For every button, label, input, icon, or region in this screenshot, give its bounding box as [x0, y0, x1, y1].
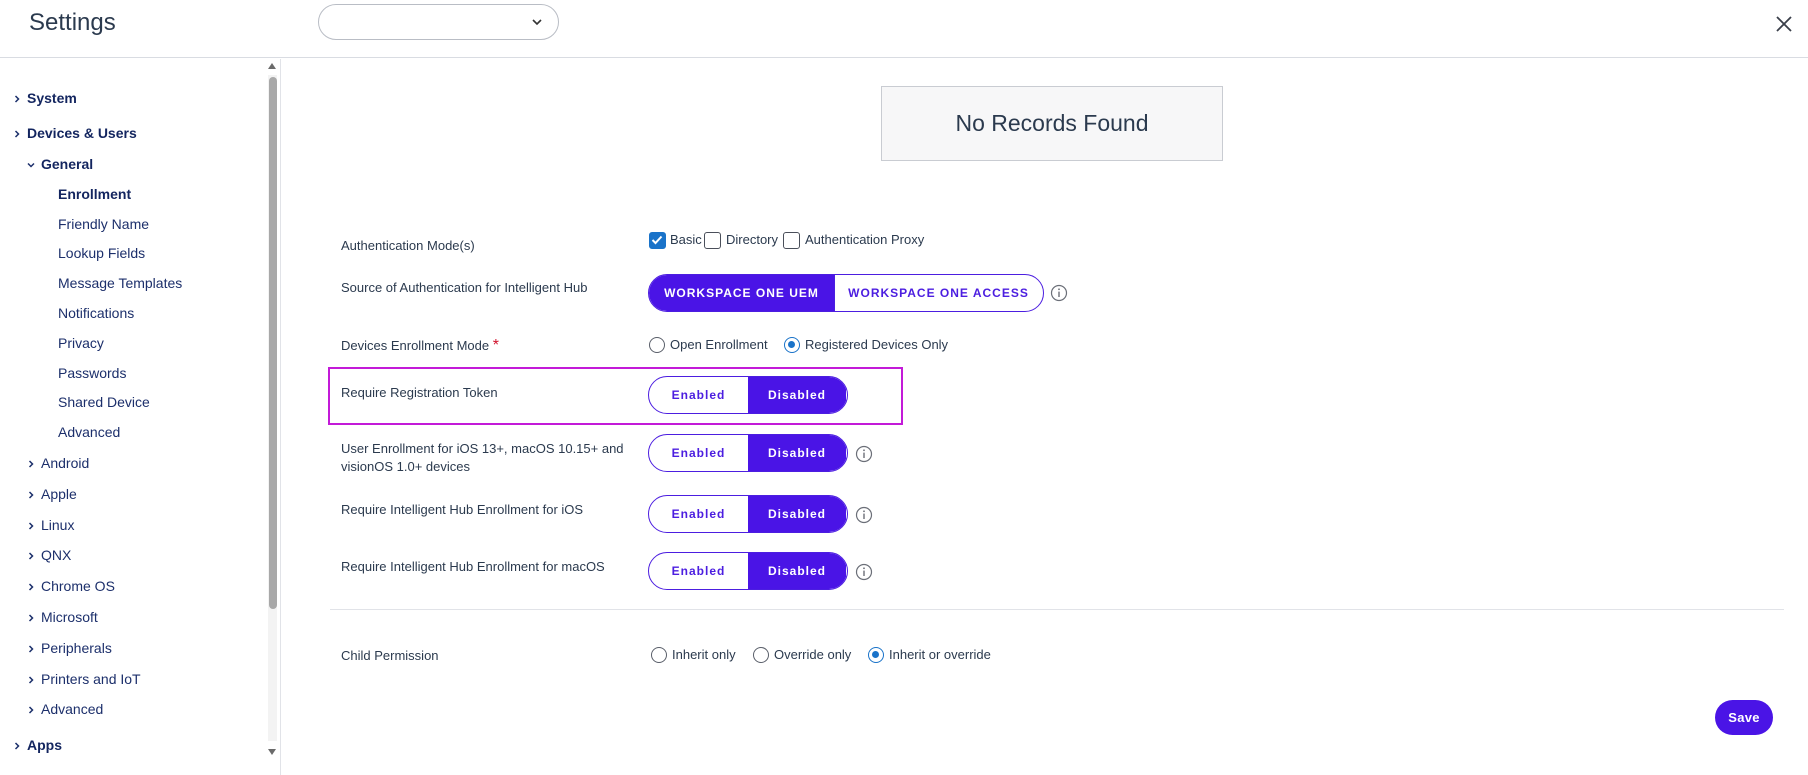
sidebar-item-microsoft[interactable]: Microsoft [41, 609, 98, 625]
scroll-thumb[interactable] [269, 77, 277, 609]
sidebar-item-shared-device[interactable]: Shared Device [58, 394, 150, 410]
user-enrollment-enabled[interactable]: Enabled [649, 435, 748, 471]
sidebar-item-devices-users[interactable]: Devices & Users [27, 125, 137, 141]
directory-checkbox[interactable] [704, 232, 721, 249]
auth-modes-label: Authentication Mode(s) [341, 238, 475, 253]
registered-devices-only-label: Registered Devices Only [805, 337, 949, 352]
section-divider [330, 609, 1784, 610]
hub-ios-enabled[interactable]: Enabled [649, 496, 748, 532]
enrollment-mode-text: Devices Enrollment Mode [341, 338, 490, 353]
info-icon[interactable] [855, 506, 873, 524]
chevron-right-icon[interactable] [26, 521, 36, 531]
open-enrollment-radio[interactable] [649, 337, 665, 353]
registration-token-enabled[interactable]: Enabled [649, 377, 748, 413]
required-asterisk: * [492, 337, 499, 354]
hub-ios-disabled[interactable]: Disabled [748, 496, 846, 532]
chevron-right-icon[interactable] [26, 644, 36, 654]
chevron-right-icon[interactable] [12, 129, 22, 139]
chevron-right-icon[interactable] [12, 94, 22, 104]
hub-ios-toggle[interactable]: Enabled Disabled [648, 495, 848, 533]
sidebar-item-apps[interactable]: Apps [27, 737, 62, 753]
chevron-right-icon[interactable] [26, 490, 36, 500]
basic-label: Basic [670, 232, 702, 247]
sidebar-item-advanced[interactable]: Advanced [58, 424, 120, 440]
page-title: Settings [29, 9, 116, 36]
directory-label: Directory [726, 232, 779, 247]
hub-ios-label: Require Intelligent Hub Enrollment for i… [341, 502, 584, 517]
child-permission-label: Child Permission [341, 648, 439, 663]
scroll-up-arrow-icon[interactable] [267, 61, 277, 71]
authentication-proxy-label: Authentication Proxy [805, 232, 925, 247]
override-only-radio[interactable] [753, 647, 769, 663]
workspace-one-uem-option[interactable]: WORKSPACE ONE UEM [649, 275, 834, 311]
sidebar-item-notifications[interactable]: Notifications [58, 305, 134, 321]
basic-checkbox[interactable] [649, 232, 666, 249]
user-enrollment-label-line2: visionOS 1.0+ devices [341, 459, 470, 474]
info-icon[interactable] [1050, 284, 1068, 302]
chevron-down-icon[interactable] [26, 160, 36, 170]
chevron-down-icon [532, 19, 542, 26]
user-enrollment-label-line1: User Enrollment for iOS 13+, macOS 10.15… [341, 441, 624, 456]
save-button[interactable]: Save [1715, 700, 1773, 735]
inherit-only-radio[interactable] [651, 647, 667, 663]
sidebar-item-enrollment[interactable]: Enrollment [58, 186, 131, 202]
hub-macos-enabled[interactable]: Enabled [649, 553, 748, 589]
chevron-right-icon[interactable] [26, 582, 36, 592]
sidebar-item-message-templates[interactable]: Message Templates [58, 275, 182, 291]
inherit-only-label: Inherit only [672, 647, 736, 662]
user-enrollment-disabled[interactable]: Disabled [748, 435, 846, 471]
sidebar-item-system[interactable]: System [27, 90, 77, 106]
override-only-label: Override only [774, 647, 852, 662]
auth-source-toggle[interactable]: WORKSPACE ONE UEM WORKSPACE ONE ACCESS [648, 274, 1044, 312]
sidebar-item-general[interactable]: General [41, 156, 93, 172]
header: Settings [0, 0, 1808, 58]
checkmark-icon [651, 235, 663, 245]
sidebar-item-lookup-fields[interactable]: Lookup Fields [58, 245, 145, 261]
workspace-one-access-option[interactable]: WORKSPACE ONE ACCESS [834, 275, 1042, 311]
user-enrollment-label: User Enrollment for iOS 13+, macOS 10.15… [341, 440, 624, 476]
chevron-right-icon[interactable] [26, 551, 36, 561]
registration-token-toggle[interactable]: Enabled Disabled [648, 376, 848, 414]
user-enrollment-toggle[interactable]: Enabled Disabled [648, 434, 848, 472]
chevron-right-icon[interactable] [12, 741, 22, 751]
registration-token-label: Require Registration Token [341, 385, 498, 400]
sidebar-scrollbar[interactable] [266, 59, 278, 759]
registered-devices-only-radio[interactable] [784, 337, 800, 353]
authentication-proxy-checkbox[interactable] [783, 232, 800, 249]
auth-source-label: Source of Authentication for Intelligent… [341, 280, 588, 295]
chevron-right-icon[interactable] [26, 613, 36, 623]
inherit-or-override-radio[interactable] [868, 647, 884, 663]
chevron-right-icon[interactable] [26, 705, 36, 715]
no-records-message: No Records Found [881, 86, 1223, 161]
sidebar: System Devices & Users General Enrollment Fr… [0, 59, 281, 775]
enrollment-mode-label: Devices Enrollment Mode * [341, 337, 499, 355]
info-icon[interactable] [855, 563, 873, 581]
sidebar-item-chrome-os[interactable]: Chrome OS [41, 578, 115, 594]
sidebar-item-privacy[interactable]: Privacy [58, 335, 104, 351]
hub-macos-disabled[interactable]: Disabled [748, 553, 846, 589]
close-icon[interactable] [1772, 12, 1796, 36]
chevron-right-icon[interactable] [26, 675, 36, 685]
sidebar-item-linux[interactable]: Linux [41, 517, 74, 533]
chevron-right-icon[interactable] [26, 459, 36, 469]
sidebar-item-friendly-name[interactable]: Friendly Name [58, 216, 149, 232]
open-enrollment-label: Open Enrollment [670, 337, 768, 352]
sidebar-item-passwords[interactable]: Passwords [58, 365, 126, 381]
hub-macos-toggle[interactable]: Enabled Disabled [648, 552, 848, 590]
sidebar-item-advanced[interactable]: Advanced [41, 701, 103, 717]
scroll-down-arrow-icon[interactable] [267, 747, 277, 757]
sidebar-item-peripherals[interactable]: Peripherals [41, 640, 112, 656]
sidebar-item-printers-and-iot[interactable]: Printers and IoT [41, 671, 141, 687]
sidebar-item-apple[interactable]: Apple [41, 486, 77, 502]
organization-select[interactable] [318, 4, 559, 40]
sidebar-item-qnx[interactable]: QNX [41, 547, 71, 563]
inherit-or-override-label: Inherit or override [889, 647, 991, 662]
info-icon[interactable] [855, 445, 873, 463]
hub-macos-label: Require Intelligent Hub Enrollment for m… [341, 559, 605, 574]
sidebar-item-android[interactable]: Android [41, 455, 89, 471]
registration-token-disabled[interactable]: Disabled [748, 377, 846, 413]
